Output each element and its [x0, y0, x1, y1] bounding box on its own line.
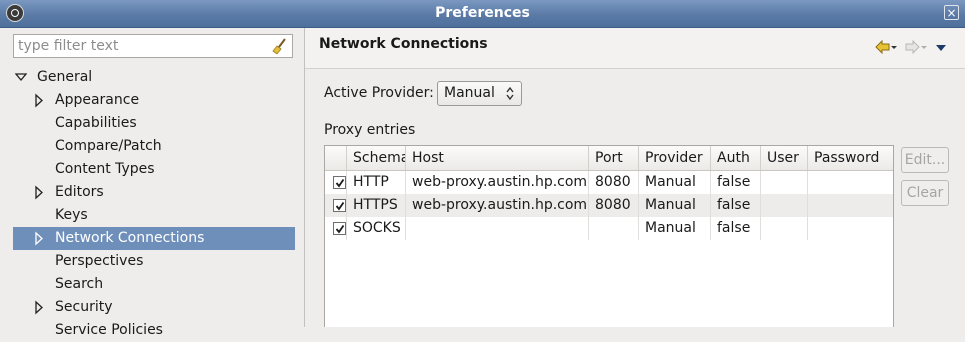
- left-panel: General Appearance Capabilities Compare/Pat…: [0, 28, 305, 338]
- tree-item-security[interactable]: Security: [0, 296, 304, 319]
- filter-field[interactable]: [13, 34, 293, 58]
- proxy-table[interactable]: Schema Host Port Provider Auth User Pass…: [324, 145, 894, 327]
- tree-item-label: Content Types: [55, 161, 155, 177]
- tree-item-compare-patch[interactable]: Compare/Patch: [0, 135, 304, 158]
- column-header-password[interactable]: Password: [808, 146, 893, 170]
- tree-item-label: Security: [55, 299, 113, 315]
- tree-item-label: Search: [55, 276, 104, 292]
- tree-item-label: Network Connections: [55, 230, 205, 246]
- checkbox-icon[interactable]: [333, 176, 346, 189]
- cell-port: [589, 217, 639, 240]
- page-title: Network Connections: [319, 36, 488, 52]
- cell-user: [761, 171, 808, 194]
- broom-icon[interactable]: [272, 38, 288, 54]
- cell-provider: Manual: [639, 171, 711, 194]
- tree-item-label: Service Policies: [55, 322, 163, 338]
- table-header: Schema Host Port Provider Auth User Pass…: [325, 146, 893, 171]
- cell-port: 8080: [589, 194, 639, 217]
- tree-item-content-types[interactable]: Content Types: [0, 158, 304, 181]
- expander-closed-icon[interactable]: [33, 227, 45, 250]
- cell-auth: false: [711, 194, 761, 217]
- cell-provider: Manual: [639, 217, 711, 240]
- cell-schema: HTTP: [347, 171, 406, 194]
- close-icon[interactable]: ×: [944, 5, 959, 20]
- cell-host: web-proxy.austin.hp.com: [406, 194, 589, 217]
- cell-password: [808, 194, 893, 217]
- tree-item-general[interactable]: General: [0, 66, 304, 89]
- clear-button[interactable]: Clear: [901, 180, 949, 206]
- tree-item-capabilities[interactable]: Capabilities: [0, 112, 304, 135]
- filter-input[interactable]: [18, 37, 268, 55]
- column-header-auth[interactable]: Auth: [711, 146, 761, 170]
- cell-provider: Manual: [639, 194, 711, 217]
- checkbox-icon[interactable]: [333, 222, 346, 235]
- cell-user: [761, 217, 808, 240]
- nav-toolbar: [875, 39, 947, 55]
- cell-port: 8080: [589, 171, 639, 194]
- active-provider-value: Manual: [444, 85, 495, 101]
- column-header-provider[interactable]: Provider: [639, 146, 711, 170]
- cell-auth: false: [711, 171, 761, 194]
- tree-item-label: Editors: [55, 184, 104, 200]
- tree-item-editors[interactable]: Editors: [0, 181, 304, 204]
- tree-item-label: Keys: [55, 207, 88, 223]
- cell-password: [808, 217, 893, 240]
- tree-item-service-policies[interactable]: Service Policies: [0, 319, 304, 342]
- expander-closed-icon[interactable]: [33, 89, 45, 112]
- expander-closed-icon[interactable]: [33, 181, 45, 204]
- checkbox-cell: [325, 194, 347, 217]
- cell-schema: SOCKS: [347, 217, 406, 240]
- edit-button[interactable]: Edit...: [901, 147, 949, 173]
- cell-auth: false: [711, 217, 761, 240]
- tree-item-label: Capabilities: [55, 115, 137, 131]
- cell-user: [761, 194, 808, 217]
- preferences-tree: General Appearance Capabilities Compare/Pat…: [0, 66, 304, 342]
- tree-item-perspectives[interactable]: Perspectives: [0, 250, 304, 273]
- back-arrow-icon[interactable]: [875, 40, 897, 54]
- view-menu-icon[interactable]: [935, 40, 947, 54]
- tree-item-label: Compare/Patch: [55, 138, 162, 154]
- tree-item-label: General: [37, 69, 93, 85]
- cell-password: [808, 171, 893, 194]
- column-header-schema[interactable]: Schema: [347, 146, 406, 170]
- column-header-user[interactable]: User: [761, 146, 808, 170]
- active-provider-label: Active Provider:: [324, 85, 434, 101]
- column-header-host[interactable]: Host: [406, 146, 589, 170]
- window-title: Preferences: [435, 5, 530, 21]
- right-panel: Network Connections Active Provider: Man…: [305, 28, 965, 327]
- active-provider-select[interactable]: Manual: [437, 81, 522, 106]
- table-row[interactable]: HTTPS web-proxy.austin.hp.com 8080 Manual fa…: [325, 194, 893, 217]
- tree-item-search[interactable]: Search: [0, 273, 304, 296]
- tree-item-keys[interactable]: Keys: [0, 204, 304, 227]
- cell-schema: HTTPS: [347, 194, 406, 217]
- forward-arrow-icon: [905, 40, 927, 54]
- updown-icon: [506, 86, 514, 101]
- expander-open-icon[interactable]: [15, 66, 27, 89]
- proxy-entries-label: Proxy entries: [324, 122, 416, 138]
- tree-item-network-connections[interactable]: Network Connections: [13, 227, 295, 250]
- expander-closed-icon[interactable]: [33, 296, 45, 319]
- checkbox-cell: [325, 171, 347, 194]
- checkbox-column-header[interactable]: [325, 146, 347, 170]
- tree-item-label: Perspectives: [55, 253, 144, 269]
- cell-host: [406, 217, 589, 240]
- checkbox-cell: [325, 217, 347, 240]
- tree-item-appearance[interactable]: Appearance: [0, 89, 304, 112]
- cell-host: web-proxy.austin.hp.com: [406, 171, 589, 194]
- table-row[interactable]: SOCKS Manual false: [325, 217, 893, 240]
- table-row[interactable]: HTTP web-proxy.austin.hp.com 8080 Manual fal…: [325, 171, 893, 194]
- tree-item-label: Appearance: [55, 92, 140, 108]
- title-bar: Preferences ×: [0, 0, 965, 28]
- column-header-port[interactable]: Port: [589, 146, 639, 170]
- checkbox-icon[interactable]: [333, 199, 346, 212]
- page-header: Network Connections: [305, 28, 965, 69]
